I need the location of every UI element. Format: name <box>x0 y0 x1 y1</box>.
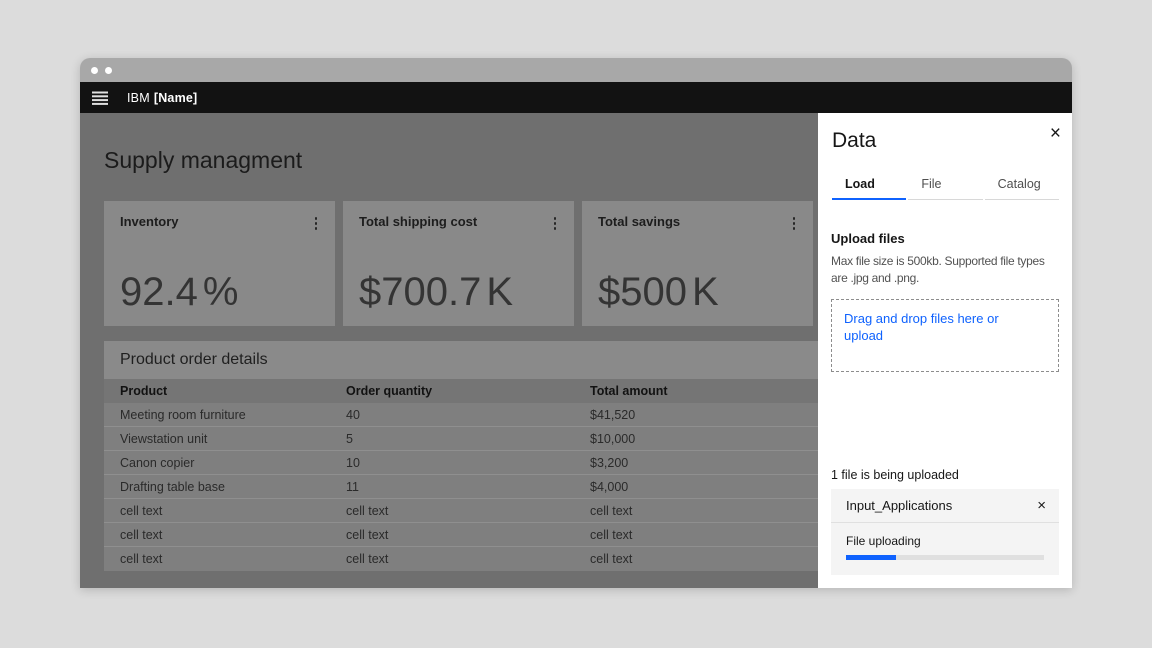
product-name: [Name] <box>154 91 198 105</box>
uploading-file-item: Input_Applications × File uploading <box>831 489 1059 575</box>
file-dropzone[interactable]: Drag and drop files here or upload <box>831 299 1059 372</box>
cancel-upload-icon[interactable]: × <box>1037 498 1046 513</box>
overflow-menu-icon[interactable] <box>311 214 322 233</box>
column-header-product: Product <box>120 384 346 398</box>
metric-cards: Inventory 92.4% Total shipping cost $700… <box>104 201 818 326</box>
main-content: Supply managment Inventory 92.4% Total s… <box>80 113 818 588</box>
cell-amount: cell text <box>590 504 818 518</box>
cell-product: Meeting room furniture <box>120 408 346 422</box>
table-row: cell text cell text cell text <box>104 499 818 523</box>
page-title: Supply managment <box>104 146 818 174</box>
cell-product: cell text <box>120 504 346 518</box>
cell-quantity: cell text <box>346 528 590 542</box>
upload-progress-bar <box>846 555 1044 560</box>
panel-header: Data × Load File Catalog <box>818 113 1072 200</box>
cell-quantity: 11 <box>346 480 590 494</box>
value-number: 92.4 <box>120 270 198 314</box>
browser-window: IBM [Name] Supply managment Inventory 92.… <box>80 58 1072 588</box>
cell-quantity: cell text <box>346 552 590 566</box>
brand-name: IBM <box>127 91 150 105</box>
card-label: Total shipping cost <box>359 214 477 229</box>
window-titlebar <box>80 58 1072 82</box>
cell-product: cell text <box>120 552 346 566</box>
cell-amount: cell text <box>590 528 818 542</box>
value-unit: % <box>203 270 239 314</box>
table-row: Drafting table base 11 $4,000 <box>104 475 818 499</box>
card-inventory: Inventory 92.4% <box>104 201 335 326</box>
tab-catalog[interactable]: Catalog <box>985 171 1059 200</box>
table-row: Viewstation unit 5 $10,000 <box>104 427 818 451</box>
panel-body: Upload files Max file size is 500kb. Sup… <box>818 200 1072 588</box>
progress-fill <box>846 555 896 560</box>
card-label: Inventory <box>120 214 179 229</box>
file-item-header: Input_Applications × <box>831 489 1059 523</box>
cell-product: Canon copier <box>120 456 346 470</box>
cell-amount: $3,200 <box>590 456 818 470</box>
window-dot <box>91 67 98 74</box>
upload-status-section: 1 file is being uploaded Input_Applicati… <box>831 468 1059 588</box>
overflow-menu-icon[interactable] <box>789 214 800 233</box>
table-header-row: Product Order quantity Total amount <box>104 379 818 403</box>
window-dot <box>105 67 112 74</box>
value-number: $500 <box>598 270 687 314</box>
panel-title: Data <box>832 128 1059 154</box>
app-title: IBM [Name] <box>127 91 197 105</box>
card-value: 92.4% <box>120 272 321 312</box>
data-panel: Data × Load File Catalog Upload files Ma… <box>818 113 1072 588</box>
value-number: $700.7 <box>359 270 481 314</box>
tab-file[interactable]: File <box>908 171 982 200</box>
cell-amount: $10,000 <box>590 432 818 446</box>
content-area: Supply managment Inventory 92.4% Total s… <box>80 113 1072 588</box>
upload-status-summary: 1 file is being uploaded <box>831 468 1059 482</box>
value-unit: K <box>692 270 719 314</box>
cell-quantity: 10 <box>346 456 590 470</box>
file-item-body: File uploading <box>831 523 1059 575</box>
cell-amount: $4,000 <box>590 480 818 494</box>
file-name: Input_Applications <box>846 498 952 513</box>
overflow-menu-icon[interactable] <box>550 214 561 233</box>
upload-description: Max file size is 500kb. Supported file t… <box>831 253 1063 287</box>
table-row: cell text cell text cell text <box>104 547 818 571</box>
value-unit: K <box>486 270 513 314</box>
desktop: { "header": { "brand": "IBM", "product":… <box>0 0 1152 648</box>
tab-load[interactable]: Load <box>832 171 906 200</box>
card-label: Total savings <box>598 214 680 229</box>
cell-quantity: 5 <box>346 432 590 446</box>
panel-tabs: Load File Catalog <box>832 171 1059 200</box>
table-row: Canon copier 10 $3,200 <box>104 451 818 475</box>
card-value: $500K <box>598 272 799 312</box>
cell-product: Drafting table base <box>120 480 346 494</box>
column-header-order-quantity: Order quantity <box>346 384 590 398</box>
close-icon[interactable]: × <box>1050 124 1061 143</box>
product-order-table: Product order details Product Order quan… <box>104 341 818 571</box>
cell-quantity: 40 <box>346 408 590 422</box>
table-row: cell text cell text cell text <box>104 523 818 547</box>
app-header: IBM [Name] <box>80 82 1072 113</box>
column-header-total-amount: Total amount <box>590 384 818 398</box>
cell-amount: cell text <box>590 552 818 566</box>
menu-button[interactable] <box>92 89 114 107</box>
upload-files-heading: Upload files <box>831 231 1059 246</box>
card-value: $700.7K <box>359 272 560 312</box>
hamburger-icon <box>92 91 108 105</box>
table-row: Meeting room furniture 40 $41,520 <box>104 403 818 427</box>
cell-product: cell text <box>120 528 346 542</box>
table-title: Product order details <box>104 341 818 379</box>
cell-amount: $41,520 <box>590 408 818 422</box>
card-total-savings: Total savings $500K <box>582 201 813 326</box>
cell-product: Viewstation unit <box>120 432 346 446</box>
drag-drop-upload-link[interactable]: Drag and drop files here or upload <box>844 310 1024 344</box>
cell-quantity: cell text <box>346 504 590 518</box>
card-total-shipping-cost: Total shipping cost $700.7K <box>343 201 574 326</box>
file-uploading-label: File uploading <box>846 534 1044 548</box>
